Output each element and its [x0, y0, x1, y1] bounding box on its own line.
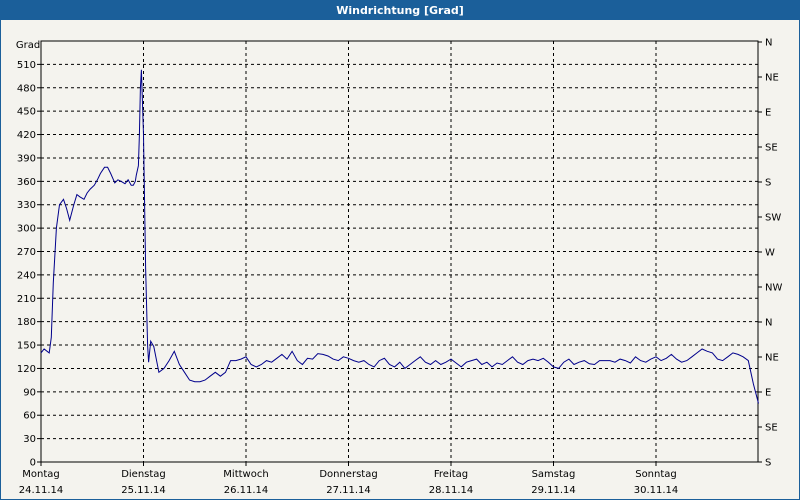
- y-tick-label: 390: [17, 153, 36, 164]
- x-tick-date: 29.11.14: [531, 485, 576, 496]
- x-tick-day: Montag: [22, 469, 59, 480]
- y-tick-label: 450: [17, 107, 36, 118]
- y-axis-title: Grad: [16, 40, 40, 51]
- x-tick-day: Mittwoch: [223, 469, 268, 480]
- y-tick-label: 480: [17, 83, 36, 94]
- x-tick-date: 26.11.14: [224, 485, 269, 496]
- right-axis-label: N: [765, 318, 772, 329]
- x-tick-day: Sonntag: [635, 469, 677, 480]
- right-axis-label: NE: [765, 353, 779, 364]
- y-tick-label: 150: [17, 341, 36, 352]
- y-tick-label: 240: [17, 270, 36, 281]
- y-tick-label: 90: [23, 387, 36, 398]
- y-tick-label: 330: [17, 200, 36, 211]
- right-axis-label: NW: [765, 283, 782, 294]
- wind-direction-chart: 0 30 60 90 120 150 180 210 240 270 300 330 360 390 420…: [16, 38, 783, 497]
- x-tick-date: 25.11.14: [121, 485, 166, 496]
- x-tick-date: 28.11.14: [429, 485, 474, 496]
- x-tick-day: Dienstag: [121, 469, 166, 480]
- y-tick-label: 300: [17, 224, 36, 235]
- x-tick-day: Donnerstag: [319, 469, 377, 480]
- y-tick-label: 420: [17, 130, 36, 141]
- plot-frame: [40, 40, 759, 463]
- right-axis-label: S: [765, 458, 771, 469]
- chart-title: Windrichtung [Grad]: [1, 1, 799, 20]
- y-tick-label: 510: [17, 60, 36, 71]
- right-axis-label: NE: [765, 73, 779, 84]
- right-axis-labels: S SE E NE N NW W SW S SE E NE N: [765, 38, 782, 469]
- x-axis-labels: Montag 24.11.14 Dienstag 25.11.14 Mittwoch 26…: [19, 469, 679, 496]
- x-tick-day: Samstag: [532, 469, 576, 480]
- y-tick-label: 0: [30, 458, 36, 469]
- chart-window: Windrichtung [Grad] 0 30 60 90 120 150 180 210 2…: [0, 0, 800, 500]
- right-axis-label: SE: [765, 143, 778, 154]
- x-tick-date: 27.11.14: [326, 485, 371, 496]
- x-tick-day: Freitag: [434, 469, 468, 480]
- y-tick-label: 270: [17, 247, 36, 258]
- right-axis-label: E: [765, 388, 771, 399]
- y-tick-label: 210: [17, 294, 36, 305]
- right-axis-label: W: [765, 248, 775, 259]
- y-tick-label: 120: [17, 364, 36, 375]
- right-axis-label: SW: [765, 213, 781, 224]
- right-axis-label: E: [765, 108, 771, 119]
- x-tick-date: 30.11.14: [634, 485, 679, 496]
- y-tick-label: 180: [17, 317, 36, 328]
- series-line: [40, 69, 759, 404]
- grid: [41, 41, 758, 462]
- y-tick-label: 360: [17, 177, 36, 188]
- x-tick-date: 24.11.14: [19, 485, 64, 496]
- y-tick-label: 30: [23, 434, 36, 445]
- y-axis-labels: 0 30 60 90 120 150 180 210 240 270 300 330 360 390 420…: [17, 60, 36, 469]
- right-axis-label: N: [765, 38, 772, 49]
- y-tick-label: 60: [23, 411, 36, 422]
- right-axis-label: S: [765, 178, 771, 189]
- right-axis-label: SE: [765, 423, 778, 434]
